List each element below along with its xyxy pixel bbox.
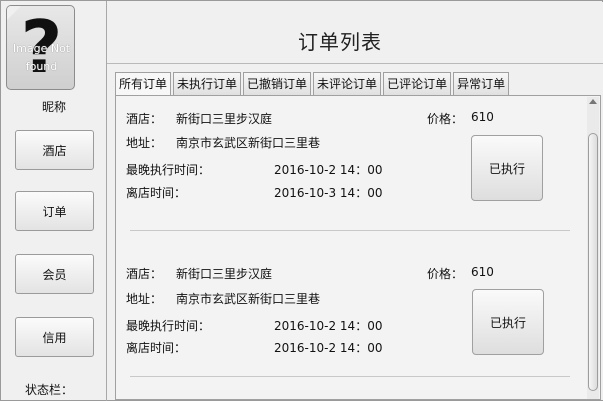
address-value: 南京市玄武区新街口三里巷 (176, 292, 321, 306)
leave-label: 离店时间： (126, 186, 187, 200)
order-tabs: 所有订单 未执行订单 已撤销订单 未评论订单 已评论订单 异常订单 (115, 72, 511, 96)
order-item: 酒店： 新街口三里步汉庭 价格： 610 地址： 南京市玄武区新街口三里巷 最晚… (116, 251, 586, 371)
hotel-button[interactable]: 酒店 (15, 130, 94, 170)
tab-abnormal-orders[interactable]: 异常订单 (453, 72, 510, 95)
leave-value: 2016-10-2 14：00 (274, 341, 383, 355)
price-label: 价格： (427, 267, 464, 281)
latest-exec-label: 最晚执行时间： (126, 319, 211, 333)
hotel-value: 新街口三里步汉庭 (176, 112, 273, 126)
address-label: 地址： (126, 292, 163, 306)
hotel-label: 酒店： (126, 112, 163, 126)
header-divider (107, 63, 603, 64)
avatar-not-found-text: Image Not found (12, 42, 71, 73)
tab-all-orders[interactable]: 所有订单 (115, 72, 172, 96)
leave-value: 2016-10-3 14：00 (274, 186, 383, 200)
hotel-label: 酒店： (126, 267, 163, 281)
credit-button[interactable]: 信用 (15, 317, 94, 357)
order-button[interactable]: 订单 (15, 191, 94, 231)
order-separator (130, 230, 570, 231)
price-value: 610 (471, 265, 494, 279)
executed-button[interactable]: 已执行 (472, 289, 544, 355)
scrollbar-thumb[interactable] (588, 133, 598, 391)
price-value: 610 (471, 110, 494, 124)
order-item: 酒店： 新街口三里步汉庭 价格： 610 地址： 南京市玄武区新街口三里巷 最晚… (116, 96, 586, 216)
main-area: 订单列表 所有订单 未执行订单 已撤销订单 未评论订单 已评论订单 异常订单 酒… (107, 2, 603, 400)
scroll-up-icon[interactable] (589, 99, 597, 104)
leave-label: 离店时间： (126, 341, 187, 355)
latest-exec-label: 最晚执行时间： (126, 163, 211, 177)
sidebar: ? Image Not found 昵称 酒店 订单 会员 信用 状态栏： (2, 2, 106, 400)
nickname-label: 昵称 (41, 100, 66, 114)
tab-cancelled-orders[interactable]: 已撤销订单 (243, 72, 312, 95)
vertical-scrollbar[interactable] (587, 97, 599, 399)
status-bar-label: 状态栏： (25, 383, 74, 397)
executed-button[interactable]: 已执行 (471, 135, 543, 201)
member-button[interactable]: 会员 (15, 254, 94, 294)
order-list-panel: 酒店： 新街口三里步汉庭 价格： 610 地址： 南京市玄武区新街口三里巷 最晚… (115, 95, 601, 400)
tab-unreviewed-orders[interactable]: 未评论订单 (313, 72, 382, 95)
hotel-value: 新街口三里步汉庭 (176, 267, 273, 281)
avatar[interactable]: ? Image Not found (6, 5, 75, 90)
price-label: 价格： (427, 112, 464, 126)
address-label: 地址： (126, 136, 163, 150)
latest-exec-value: 2016-10-2 14：00 (274, 163, 383, 177)
latest-exec-value: 2016-10-2 14：00 (274, 319, 383, 333)
address-value: 南京市玄武区新街口三里巷 (176, 136, 321, 150)
tab-unexecuted-orders[interactable]: 未执行订单 (173, 72, 242, 95)
page-title: 订单列表 (298, 30, 382, 54)
app-window: ? Image Not found 昵称 酒店 订单 会员 信用 状态栏： 订单… (0, 0, 603, 401)
tab-reviewed-orders[interactable]: 已评论订单 (383, 72, 452, 95)
order-separator (130, 376, 570, 377)
